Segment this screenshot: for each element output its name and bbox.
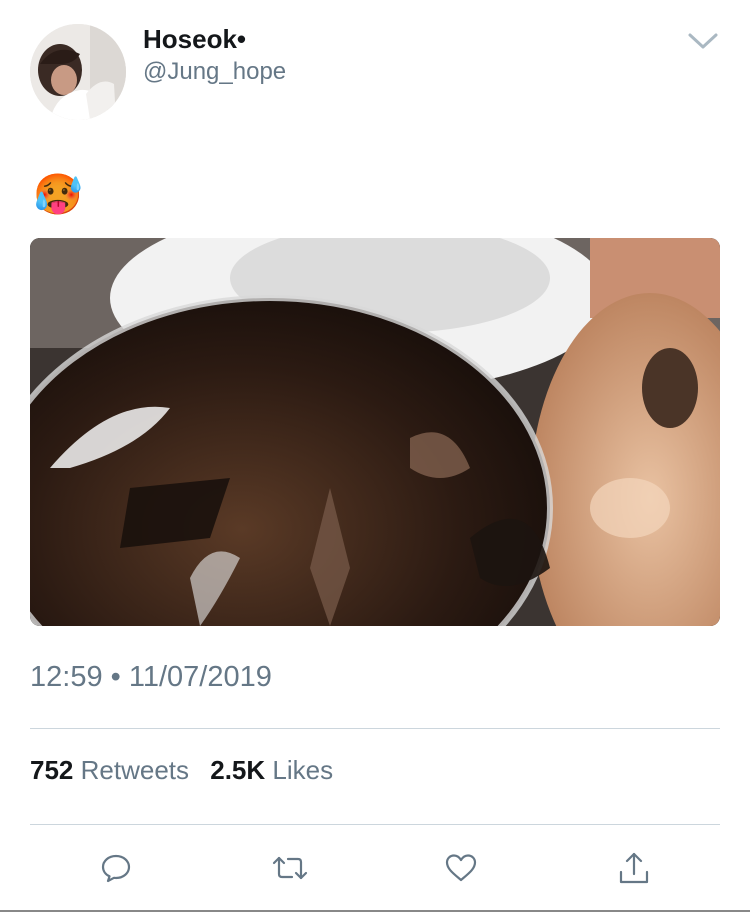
tweet-photo[interactable] xyxy=(30,238,720,626)
avatar[interactable] xyxy=(30,24,126,120)
tweet-timestamp: 12:59 • 11/07/2019 xyxy=(30,661,272,693)
retweets-count: 752 xyxy=(30,755,74,785)
likes-label: Likes xyxy=(272,755,334,785)
reply-button[interactable] xyxy=(96,848,136,888)
chevron-down-icon[interactable] xyxy=(686,26,720,56)
tweet-text: 🥵 xyxy=(33,173,83,217)
profile-photo-icon xyxy=(30,24,126,120)
share-button[interactable] xyxy=(614,848,654,888)
heart-icon xyxy=(445,854,477,882)
retweet-icon xyxy=(272,856,308,880)
photo-iced-coffee-drinks-icon xyxy=(30,238,720,626)
likes-count: 2.5K xyxy=(210,755,266,785)
speech-bubble-icon xyxy=(101,854,131,883)
likes-stat[interactable]: 2.5K Likes xyxy=(210,753,333,787)
like-button[interactable] xyxy=(441,848,481,888)
user-handle[interactable]: @Jung_hope xyxy=(143,58,286,86)
bottom-border xyxy=(0,910,750,912)
retweets-label: Retweets xyxy=(80,755,190,785)
tweet-header: Hoseok• @Jung_hope xyxy=(30,24,720,120)
divider xyxy=(30,728,720,729)
retweets-stat[interactable]: 752 Retweets xyxy=(30,753,189,787)
tweet-stats: 752 Retweets 2.5K Likes xyxy=(30,753,333,787)
retweet-button[interactable] xyxy=(270,848,310,888)
display-name[interactable]: Hoseok• xyxy=(143,24,246,54)
tweet-actions xyxy=(30,848,720,888)
divider xyxy=(30,824,720,825)
share-upload-icon xyxy=(619,852,649,884)
